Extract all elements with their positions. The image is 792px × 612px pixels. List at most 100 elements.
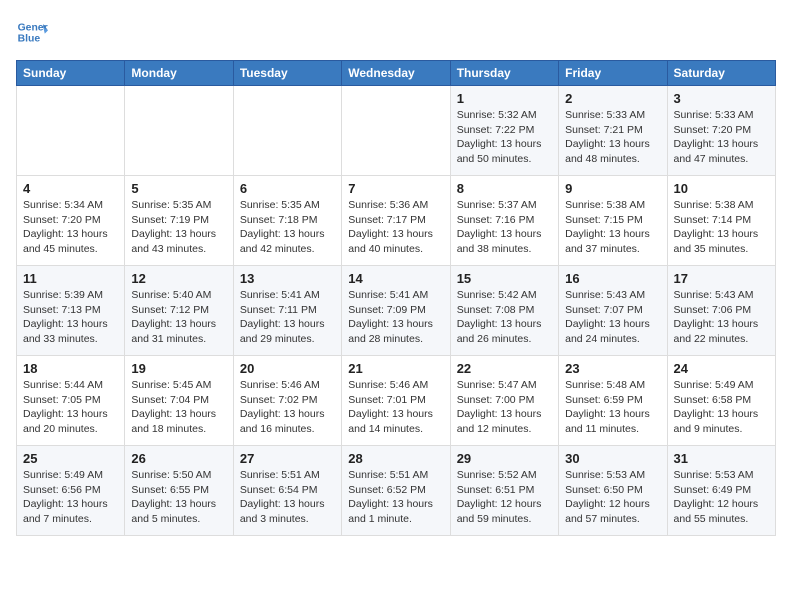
day-info: Sunrise: 5:35 AM Sunset: 7:19 PM Dayligh…	[131, 198, 226, 257]
day-number: 15	[457, 271, 552, 286]
day-number: 8	[457, 181, 552, 196]
day-number: 29	[457, 451, 552, 466]
calendar-cell: 26Sunrise: 5:50 AM Sunset: 6:55 PM Dayli…	[125, 446, 233, 536]
day-number: 9	[565, 181, 660, 196]
calendar-cell: 17 Sunrise: 5:43 AM Sunset: 7:06 PM Dayli…	[667, 266, 775, 356]
day-number: 22	[457, 361, 552, 376]
calendar-week-row: 18 Sunrise: 5:44 AM Sunset: 7:05 PM Dayli…	[17, 356, 776, 446]
svg-text:Blue: Blue	[18, 34, 41, 45]
calendar-cell: 27Sunrise: 5:51 AM Sunset: 6:54 PM Dayli…	[233, 446, 341, 536]
day-info: Sunrise: 5:48 AM Sunset: 6:59 PM Dayligh…	[565, 378, 660, 437]
day-header-sunday: Sunday	[17, 61, 125, 86]
day-info: Sunrise: 5:47 AM Sunset: 7:00 PM Dayligh…	[457, 378, 552, 437]
calendar-cell	[125, 86, 233, 176]
day-number: 31	[674, 451, 769, 466]
calendar-cell: 13 Sunrise: 5:41 AM Sunset: 7:11 PM Dayli…	[233, 266, 341, 356]
calendar-cell: 25 Sunrise: 5:49 AM Sunset: 6:56 PM Dayli…	[17, 446, 125, 536]
calendar-cell: 23 Sunrise: 5:48 AM Sunset: 6:59 PM Dayli…	[559, 356, 667, 446]
day-info: Sunrise: 5:42 AM Sunset: 7:08 PM Dayligh…	[457, 288, 552, 347]
day-header-monday: Monday	[125, 61, 233, 86]
day-info: Sunrise: 5:45 AM Sunset: 7:04 PM Dayligh…	[131, 378, 226, 437]
day-info: Sunrise: 5:43 AM Sunset: 7:06 PM Dayligh…	[674, 288, 769, 347]
calendar-cell	[17, 86, 125, 176]
day-number: 10	[674, 181, 769, 196]
day-info: Sunrise: 5:34 AM Sunset: 7:20 PM Dayligh…	[23, 198, 118, 257]
logo: General Blue	[16, 16, 52, 48]
calendar-cell	[342, 86, 450, 176]
day-number: 13	[240, 271, 335, 286]
day-info: Sunrise: 5:33 AM Sunset: 7:21 PM Dayligh…	[565, 108, 660, 167]
calendar-cell: 15 Sunrise: 5:42 AM Sunset: 7:08 PM Dayli…	[450, 266, 558, 356]
day-info: Sunrise: 5:43 AM Sunset: 7:07 PM Dayligh…	[565, 288, 660, 347]
day-number: 23	[565, 361, 660, 376]
day-info: Sunrise: 5:41 AM Sunset: 7:11 PM Dayligh…	[240, 288, 335, 347]
calendar-cell: 10 Sunrise: 5:38 AM Sunset: 7:14 PM Dayli…	[667, 176, 775, 266]
day-info: Sunrise: 5:37 AM Sunset: 7:16 PM Dayligh…	[457, 198, 552, 257]
day-number: 1	[457, 91, 552, 106]
day-number: 7	[348, 181, 443, 196]
day-header-thursday: Thursday	[450, 61, 558, 86]
calendar-table: SundayMondayTuesdayWednesdayThursdayFrid…	[16, 60, 776, 536]
day-info: Sunrise: 5:33 AM Sunset: 7:20 PM Dayligh…	[674, 108, 769, 167]
day-number: 28	[348, 451, 443, 466]
day-header-saturday: Saturday	[667, 61, 775, 86]
day-info: Sunrise: 5:51 AM Sunset: 6:54 PM Dayligh…	[240, 468, 335, 527]
day-number: 2	[565, 91, 660, 106]
day-info: Sunrise: 5:36 AM Sunset: 7:17 PM Dayligh…	[348, 198, 443, 257]
day-info: Sunrise: 5:38 AM Sunset: 7:14 PM Dayligh…	[674, 198, 769, 257]
calendar-cell: 19 Sunrise: 5:45 AM Sunset: 7:04 PM Dayli…	[125, 356, 233, 446]
day-info: Sunrise: 5:49 AM Sunset: 6:58 PM Dayligh…	[674, 378, 769, 437]
calendar-cell: 4 Sunrise: 5:34 AM Sunset: 7:20 PM Daylig…	[17, 176, 125, 266]
day-number: 25	[23, 451, 118, 466]
calendar-cell: 1 Sunrise: 5:32 AM Sunset: 7:22 PM Daylig…	[450, 86, 558, 176]
day-number: 21	[348, 361, 443, 376]
day-info: Sunrise: 5:46 AM Sunset: 7:01 PM Dayligh…	[348, 378, 443, 437]
calendar-cell: 24 Sunrise: 5:49 AM Sunset: 6:58 PM Dayli…	[667, 356, 775, 446]
calendar-cell: 6Sunrise: 5:35 AM Sunset: 7:18 PM Daylig…	[233, 176, 341, 266]
day-header-tuesday: Tuesday	[233, 61, 341, 86]
day-number: 3	[674, 91, 769, 106]
calendar-week-row: 1 Sunrise: 5:32 AM Sunset: 7:22 PM Daylig…	[17, 86, 776, 176]
calendar-cell: 30Sunrise: 5:53 AM Sunset: 6:50 PM Dayli…	[559, 446, 667, 536]
day-number: 17	[674, 271, 769, 286]
day-number: 5	[131, 181, 226, 196]
day-header-wednesday: Wednesday	[342, 61, 450, 86]
calendar-week-row: 11Sunrise: 5:39 AM Sunset: 7:13 PM Dayli…	[17, 266, 776, 356]
calendar-cell: 22 Sunrise: 5:47 AM Sunset: 7:00 PM Dayli…	[450, 356, 558, 446]
calendar-cell: 16 Sunrise: 5:43 AM Sunset: 7:07 PM Dayli…	[559, 266, 667, 356]
calendar-cell: 3 Sunrise: 5:33 AM Sunset: 7:20 PM Daylig…	[667, 86, 775, 176]
calendar-cell: 21 Sunrise: 5:46 AM Sunset: 7:01 PM Dayli…	[342, 356, 450, 446]
day-number: 11	[23, 271, 118, 286]
day-info: Sunrise: 5:50 AM Sunset: 6:55 PM Dayligh…	[131, 468, 226, 527]
day-info: Sunrise: 5:46 AM Sunset: 7:02 PM Dayligh…	[240, 378, 335, 437]
calendar-cell: 2 Sunrise: 5:33 AM Sunset: 7:21 PM Daylig…	[559, 86, 667, 176]
day-info: Sunrise: 5:51 AM Sunset: 6:52 PM Dayligh…	[348, 468, 443, 527]
calendar-header-row: SundayMondayTuesdayWednesdayThursdayFrid…	[17, 61, 776, 86]
day-number: 12	[131, 271, 226, 286]
calendar-cell: 5 Sunrise: 5:35 AM Sunset: 7:19 PM Daylig…	[125, 176, 233, 266]
day-info: Sunrise: 5:44 AM Sunset: 7:05 PM Dayligh…	[23, 378, 118, 437]
day-info: Sunrise: 5:40 AM Sunset: 7:12 PM Dayligh…	[131, 288, 226, 347]
day-number: 16	[565, 271, 660, 286]
day-number: 6	[240, 181, 335, 196]
calendar-week-row: 25 Sunrise: 5:49 AM Sunset: 6:56 PM Dayli…	[17, 446, 776, 536]
day-number: 20	[240, 361, 335, 376]
calendar-cell: 18 Sunrise: 5:44 AM Sunset: 7:05 PM Dayli…	[17, 356, 125, 446]
day-number: 4	[23, 181, 118, 196]
day-number: 24	[674, 361, 769, 376]
day-number: 18	[23, 361, 118, 376]
day-info: Sunrise: 5:53 AM Sunset: 6:49 PM Dayligh…	[674, 468, 769, 527]
calendar-cell: 7 Sunrise: 5:36 AM Sunset: 7:17 PM Daylig…	[342, 176, 450, 266]
day-info: Sunrise: 5:52 AM Sunset: 6:51 PM Dayligh…	[457, 468, 552, 527]
calendar-week-row: 4 Sunrise: 5:34 AM Sunset: 7:20 PM Daylig…	[17, 176, 776, 266]
day-info: Sunrise: 5:32 AM Sunset: 7:22 PM Dayligh…	[457, 108, 552, 167]
calendar-cell: 14Sunrise: 5:41 AM Sunset: 7:09 PM Dayli…	[342, 266, 450, 356]
day-header-friday: Friday	[559, 61, 667, 86]
day-info: Sunrise: 5:49 AM Sunset: 6:56 PM Dayligh…	[23, 468, 118, 527]
day-info: Sunrise: 5:38 AM Sunset: 7:15 PM Dayligh…	[565, 198, 660, 257]
day-number: 30	[565, 451, 660, 466]
calendar-cell: 31 Sunrise: 5:53 AM Sunset: 6:49 PM Dayli…	[667, 446, 775, 536]
day-number: 14	[348, 271, 443, 286]
calendar-cell: 29 Sunrise: 5:52 AM Sunset: 6:51 PM Dayli…	[450, 446, 558, 536]
day-number: 19	[131, 361, 226, 376]
